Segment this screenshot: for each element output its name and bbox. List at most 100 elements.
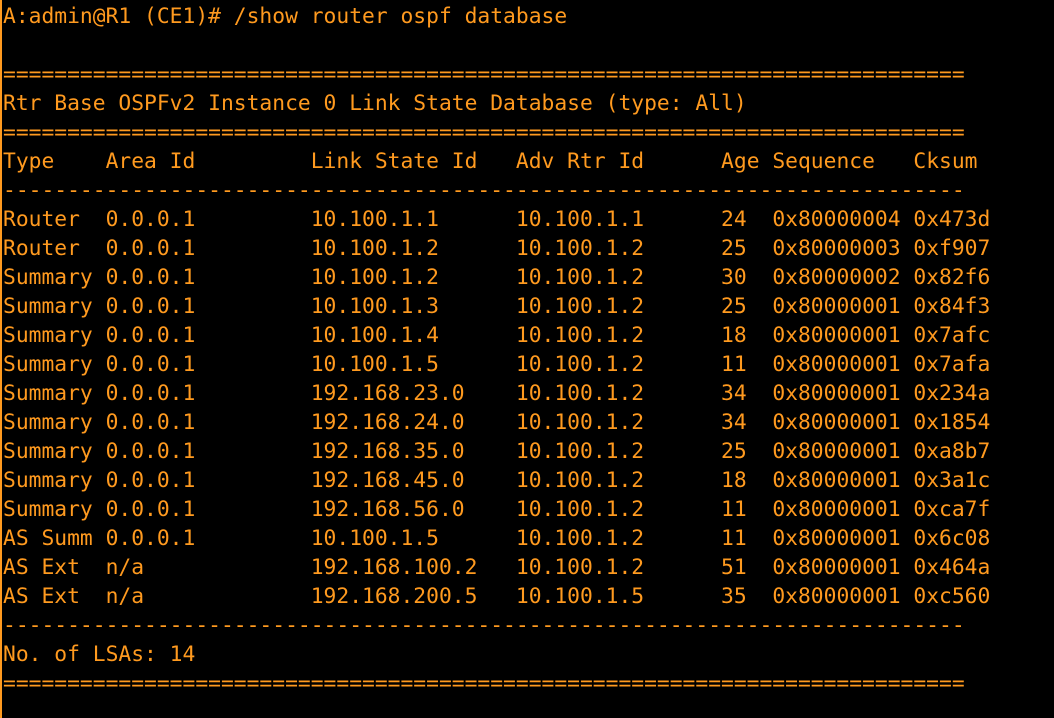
left-edge-bar xyxy=(0,0,2,718)
table-cell: 0x80000001 xyxy=(772,468,914,493)
table-cell: 0x6c08 xyxy=(913,526,991,551)
table-cell: 0x80000001 xyxy=(772,439,914,464)
table-cell: 0x80000001 xyxy=(772,323,914,348)
table-cell: 0x80000002 xyxy=(772,265,914,290)
table-row: Summary 0.0.0.1 10.100.1.4 10.100.1.2 18… xyxy=(3,321,990,350)
table-cell: 0.0.0.1 xyxy=(105,497,311,522)
table-cell: 10.100.1.2 xyxy=(515,468,722,493)
table-row: Router 0.0.0.1 10.100.1.2 10.100.1.2 25 … xyxy=(3,234,990,263)
table-row: Summary 0.0.0.1 10.100.1.2 10.100.1.2 30… xyxy=(3,263,990,292)
table-cell: 0x80000001 xyxy=(772,526,914,551)
table-cell: 10.100.1.2 xyxy=(515,294,722,319)
table-cell: 10.100.1.1 xyxy=(310,207,516,232)
table-header-row: Type Area Id Link State Id Adv Rtr Id Ag… xyxy=(3,147,990,176)
table-cell: 192.168.56.0 xyxy=(310,497,516,522)
table-cell: 0xca7f xyxy=(913,497,991,522)
table-cell: 10.100.1.2 xyxy=(515,526,722,551)
table-row: Summary 0.0.0.1 10.100.1.3 10.100.1.2 25… xyxy=(3,292,990,321)
table-cell: 0x80000004 xyxy=(772,207,914,232)
separator-under-header: ----------------------------------------… xyxy=(3,178,965,203)
table-row: Summary 0.0.0.1 192.168.23.0 10.100.1.2 … xyxy=(3,379,990,408)
table-cell: 192.168.200.5 xyxy=(310,584,516,609)
table-cell: Summary xyxy=(3,265,106,290)
table-cell: 0.0.0.1 xyxy=(105,323,311,348)
table-cell: Summary xyxy=(3,410,106,435)
database-title: Rtr Base OSPFv2 Instance 0 Link State Da… xyxy=(3,91,747,116)
separator-top: ========================================… xyxy=(3,62,965,87)
table-row: Summary 0.0.0.1 192.168.35.0 10.100.1.2 … xyxy=(3,437,990,466)
table-cell: 0xa8b7 xyxy=(913,439,991,464)
table-cell: 0x84f3 xyxy=(913,294,991,319)
table-cell: 10.100.1.3 xyxy=(310,294,516,319)
table-cell: 0.0.0.1 xyxy=(105,265,311,290)
table-cell: 10.100.1.2 xyxy=(515,323,722,348)
table-cell: 0x80000001 xyxy=(772,410,914,435)
column-header: Age xyxy=(721,149,773,174)
table-row: AS Ext n/a 192.168.200.5 10.100.1.5 35 0… xyxy=(3,582,990,611)
table-cell: 0x80000001 xyxy=(772,294,914,319)
table-cell: Summary xyxy=(3,497,106,522)
table-cell: 0xc560 xyxy=(913,584,991,609)
table-cell: 25 xyxy=(721,236,773,261)
table-cell: 0x80000001 xyxy=(772,584,914,609)
table-cell: 0.0.0.1 xyxy=(105,294,311,319)
table-cell: Summary xyxy=(3,381,106,406)
table-cell: 0.0.0.1 xyxy=(105,381,311,406)
table-cell: AS Ext xyxy=(3,555,106,580)
table-cell: 192.168.100.2 xyxy=(310,555,516,580)
table-row: AS Summ 0.0.0.1 10.100.1.5 10.100.1.2 11… xyxy=(3,524,990,553)
table-cell: 192.168.35.0 xyxy=(310,439,516,464)
table-cell: 0x464a xyxy=(913,555,991,580)
table-cell: AS Summ xyxy=(3,526,106,551)
table-cell: 10.100.1.2 xyxy=(515,265,722,290)
table-cell: 35 xyxy=(721,584,773,609)
column-header: Sequence xyxy=(772,149,914,174)
table-cell: 0x80000001 xyxy=(772,497,914,522)
table-cell: AS Ext xyxy=(3,584,106,609)
table-cell: 34 xyxy=(721,410,773,435)
table-cell: 192.168.45.0 xyxy=(310,468,516,493)
table-cell: 10.100.1.2 xyxy=(515,381,722,406)
table-cell: 0x80000001 xyxy=(772,555,914,580)
column-header: Area Id xyxy=(105,149,311,174)
column-header: Cksum xyxy=(913,149,991,174)
table-cell: 0.0.0.1 xyxy=(105,439,311,464)
table-cell: 24 xyxy=(721,207,773,232)
table-cell: 25 xyxy=(721,294,773,319)
table-cell: 192.168.24.0 xyxy=(310,410,516,435)
table-cell: 10.100.1.2 xyxy=(515,555,722,580)
table-cell: 0xf907 xyxy=(913,236,991,261)
table-cell: 34 xyxy=(721,381,773,406)
table-cell: 0x1854 xyxy=(913,410,991,435)
command-prompt-line: A:admin@R1 (CE1)# /show router ospf data… xyxy=(3,4,568,29)
table-cell: 10.100.1.2 xyxy=(515,352,722,377)
table-cell: 10.100.1.5 xyxy=(310,352,516,377)
table-cell: Summary xyxy=(3,468,106,493)
table-cell: 10.100.1.5 xyxy=(515,584,722,609)
table-cell: 25 xyxy=(721,439,773,464)
table-cell: 10.100.1.2 xyxy=(310,236,516,261)
table-cell: 0.0.0.1 xyxy=(105,526,311,551)
table-row: Router 0.0.0.1 10.100.1.1 10.100.1.1 24 … xyxy=(3,205,990,234)
table-cell: 0x7afc xyxy=(913,323,991,348)
table-cell: Router xyxy=(3,207,106,232)
separator-under-rows: ----------------------------------------… xyxy=(3,613,965,638)
terminal-window[interactable]: A:admin@R1 (CE1)# /show router ospf data… xyxy=(0,0,1054,718)
table-cell: 51 xyxy=(721,555,773,580)
separator-under-title: ========================================… xyxy=(3,120,965,145)
separator-bottom: ========================================… xyxy=(3,671,965,696)
table-cell: 0x80000003 xyxy=(772,236,914,261)
table-cell: 0x7afa xyxy=(913,352,991,377)
table-cell: 0x234a xyxy=(913,381,991,406)
table-row: Summary 0.0.0.1 192.168.56.0 10.100.1.2 … xyxy=(3,495,990,524)
table-cell: 0x80000001 xyxy=(772,352,914,377)
table-cell: 0x473d xyxy=(913,207,991,232)
column-header: Adv Rtr Id xyxy=(515,149,722,174)
column-header: Type xyxy=(3,149,106,174)
table-cell: 11 xyxy=(721,526,773,551)
table-cell: 10.100.1.2 xyxy=(515,497,722,522)
table-cell: 10.100.1.2 xyxy=(515,410,722,435)
table-cell: 11 xyxy=(721,352,773,377)
table-cell: 0x80000001 xyxy=(772,381,914,406)
table-cell: 0.0.0.1 xyxy=(105,352,311,377)
